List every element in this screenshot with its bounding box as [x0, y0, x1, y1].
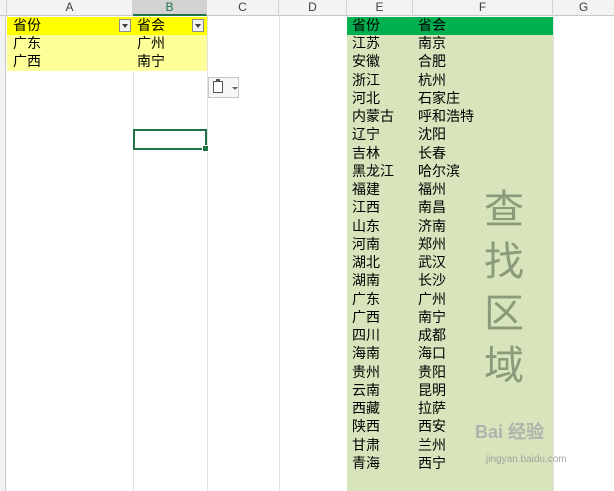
search-cell-capital[interactable]: 合肥	[418, 53, 446, 71]
search-cell-capital[interactable]: 呼和浩特	[418, 108, 474, 126]
search-cell-province[interactable]: 辽宁	[352, 126, 380, 144]
gridline	[279, 16, 280, 491]
search-cell-province[interactable]: 西藏	[352, 400, 380, 418]
search-cell-capital[interactable]: 西宁	[418, 455, 446, 473]
search-cell-province[interactable]: 湖北	[352, 254, 380, 272]
search-cell-province[interactable]: 河北	[352, 90, 380, 108]
search-cell-capital[interactable]: 广州	[418, 291, 446, 309]
search-cell-province[interactable]: 云南	[352, 382, 380, 400]
search-cell-capital[interactable]: 沈阳	[418, 126, 446, 144]
search-cell-capital[interactable]: 长沙	[418, 272, 446, 290]
search-area-char: 域	[484, 343, 524, 389]
search-cell-capital[interactable]: 西安	[418, 418, 446, 436]
lookup-cell[interactable]: 广州	[137, 35, 165, 53]
active-cell-selection[interactable]	[133, 129, 209, 152]
column-header-bar: A B C D E F G	[0, 0, 614, 16]
lookup-cell[interactable]: 南宁	[137, 53, 165, 71]
filter-dropdown-icon[interactable]	[192, 19, 204, 32]
watermark-url: jingyan.baidu.com	[486, 454, 567, 465]
search-cell-province[interactable]: 青海	[352, 455, 380, 473]
search-cell-capital[interactable]: 郑州	[418, 236, 446, 254]
select-all-corner[interactable]	[0, 0, 7, 16]
search-cell-capital[interactable]: 石家庄	[418, 90, 460, 108]
search-cell-province[interactable]: 黑龙江	[352, 163, 394, 181]
search-cell-capital[interactable]: 武汉	[418, 254, 446, 272]
clipboard-icon	[213, 79, 223, 93]
lookup-cell[interactable]: 广西	[13, 53, 41, 71]
search-cell-province[interactable]: 陕西	[352, 418, 380, 436]
search-cell-province[interactable]: 福建	[352, 181, 380, 199]
search-cell-capital[interactable]: 海口	[418, 345, 446, 363]
chevron-down-icon	[232, 87, 238, 90]
search-cell-capital[interactable]: 昆明	[418, 382, 446, 400]
search-cell-province[interactable]: 四川	[352, 327, 380, 345]
search-cell-capital[interactable]: 贵阳	[418, 364, 446, 382]
search-header-province[interactable]: 省份	[352, 17, 380, 35]
search-cell-capital[interactable]: 济南	[418, 218, 446, 236]
search-cell-province[interactable]: 广西	[352, 309, 380, 327]
search-cell-province[interactable]: 湖南	[352, 272, 380, 290]
search-cell-province[interactable]: 海南	[352, 345, 380, 363]
search-area-char: 查	[484, 187, 524, 233]
search-cell-province[interactable]: 江西	[352, 199, 380, 217]
search-cell-capital[interactable]: 南宁	[418, 309, 446, 327]
lookup-header-capital[interactable]: 省会	[137, 17, 165, 35]
search-area-char: 找	[484, 239, 524, 285]
search-cell-province[interactable]: 浙江	[352, 72, 380, 90]
search-cell-province[interactable]: 吉林	[352, 145, 380, 163]
column-header-d[interactable]: D	[279, 0, 347, 16]
search-area-label: 查 找 区 域	[482, 184, 526, 392]
search-cell-capital[interactable]: 长春	[418, 145, 446, 163]
column-header-b[interactable]: B	[133, 0, 207, 16]
spreadsheet: A B C D E F G 省份 省会 广东 广州 广西 南宁 省份 省会 江苏…	[0, 0, 614, 491]
column-header-g[interactable]: G	[553, 0, 614, 16]
gridline	[133, 16, 134, 491]
search-cell-capital[interactable]: 拉萨	[418, 400, 446, 418]
search-cell-capital[interactable]: 杭州	[418, 72, 446, 90]
search-cell-province[interactable]: 内蒙古	[352, 108, 394, 126]
search-header-capital[interactable]: 省会	[418, 17, 446, 35]
lookup-cell[interactable]: 广东	[13, 35, 41, 53]
filter-dropdown-icon[interactable]	[119, 19, 131, 32]
search-cell-capital[interactable]: 兰州	[418, 437, 446, 455]
column-header-a[interactable]: A	[7, 0, 133, 16]
column-header-c[interactable]: C	[207, 0, 279, 16]
search-cell-province[interactable]: 安徽	[352, 53, 380, 71]
search-area-char: 区	[484, 291, 524, 337]
search-cell-province[interactable]: 贵州	[352, 364, 380, 382]
search-cell-province[interactable]: 河南	[352, 236, 380, 254]
search-cell-capital[interactable]: 福州	[418, 181, 446, 199]
search-cell-capital[interactable]: 哈尔滨	[418, 163, 460, 181]
search-cell-province[interactable]: 广东	[352, 291, 380, 309]
row-header-strip[interactable]	[0, 16, 6, 491]
search-cell-province[interactable]: 江苏	[352, 35, 380, 53]
search-cell-province[interactable]: 甘肃	[352, 437, 380, 455]
watermark: Bai 经验	[475, 422, 545, 442]
paste-options-button[interactable]	[208, 77, 239, 98]
column-header-f[interactable]: F	[413, 0, 553, 16]
search-cell-province[interactable]: 山东	[352, 218, 380, 236]
search-cell-capital[interactable]: 南昌	[418, 199, 446, 217]
search-cell-capital[interactable]: 成都	[418, 327, 446, 345]
gridline	[553, 16, 554, 491]
search-cell-capital[interactable]: 南京	[418, 35, 446, 53]
column-header-e[interactable]: E	[347, 0, 413, 16]
lookup-header-province[interactable]: 省份	[13, 17, 41, 35]
